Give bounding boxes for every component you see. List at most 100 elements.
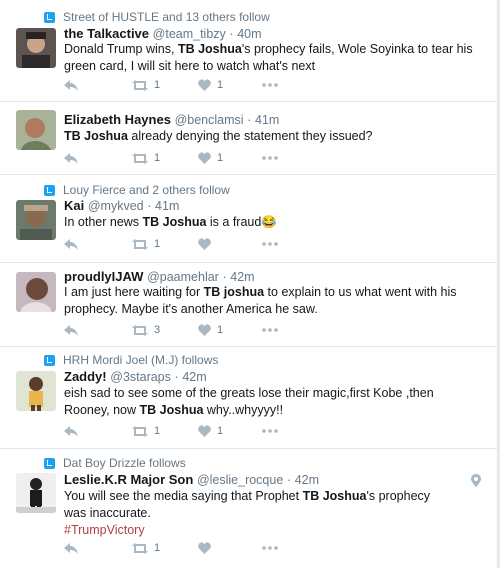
follow-context-icon <box>44 457 55 469</box>
follow-context: Street of HUSTLE and 13 others follow <box>44 10 270 24</box>
more-button[interactable] <box>262 328 278 332</box>
tweet[interactable]: Elizabeth Haynes @benclamsi · 41m TB Jos… <box>0 102 497 175</box>
handle[interactable]: @leslie_rocque <box>197 473 283 487</box>
handle[interactable]: @team_tibzy <box>153 27 226 41</box>
avatar[interactable] <box>16 110 56 150</box>
avatar[interactable] <box>16 200 56 240</box>
reply-icon <box>64 152 78 164</box>
timestamp[interactable]: 42m <box>182 370 206 384</box>
follow-context-icon <box>44 11 55 23</box>
tweet[interactable]: proudlyIJAW @paamehlar · 42m I am just h… <box>0 263 497 347</box>
reply-icon <box>64 542 78 554</box>
more-button[interactable] <box>262 242 278 246</box>
tweet-actions: 1 <box>64 238 278 250</box>
highlight: TB Joshua <box>142 215 207 229</box>
like-button[interactable]: 1 <box>198 152 262 164</box>
reply-button[interactable] <box>64 542 132 554</box>
display-name[interactable]: proudlyIJAW <box>64 269 143 284</box>
retweet-button[interactable]: 1 <box>132 425 198 437</box>
timestamp[interactable]: 41m <box>255 113 279 127</box>
tweet-actions: 1 <box>64 542 278 554</box>
retweet-count: 1 <box>154 542 161 554</box>
like-button[interactable]: 1 <box>198 79 262 91</box>
more-icon <box>262 156 278 160</box>
retweet-count: 1 <box>154 425 161 437</box>
retweet-count: 3 <box>154 324 161 336</box>
follow-context-text: Street of HUSTLE and 13 others follow <box>63 10 270 24</box>
tweet[interactable]: Street of HUSTLE and 13 others follow th… <box>0 0 497 102</box>
timeline: Street of HUSTLE and 13 others follow th… <box>0 0 498 568</box>
location-pin-icon[interactable] <box>471 474 481 487</box>
like-count: 1 <box>217 79 224 91</box>
reply-button[interactable] <box>64 79 132 91</box>
retweet-icon <box>132 324 148 336</box>
timestamp[interactable]: 42m <box>230 270 254 284</box>
tweet-text: I am just here waiting for TB joshua to … <box>64 285 457 316</box>
more-button[interactable] <box>262 429 278 433</box>
retweet-button[interactable]: 1 <box>132 542 198 554</box>
display-name[interactable]: Elizabeth Haynes <box>64 112 171 127</box>
tweet-text: TB Joshua already denying the statement … <box>64 129 373 143</box>
tweet-text: Donald Trump wins, TB Joshua's prophecy … <box>64 42 473 73</box>
handle[interactable]: @paamehlar <box>147 270 219 284</box>
reply-button[interactable] <box>64 324 132 336</box>
handle[interactable]: @mykved <box>88 199 144 213</box>
tweet-text: eish sad to see some of the greats lose … <box>64 386 434 417</box>
tweet[interactable]: Dat Boy Drizzle follows Leslie.K.R Major… <box>0 449 497 568</box>
tweet-actions: 3 1 <box>64 324 278 336</box>
display-name[interactable]: Zaddy! <box>64 369 107 384</box>
follow-context: Dat Boy Drizzle follows <box>44 456 186 470</box>
reply-button[interactable] <box>64 152 132 164</box>
tweet[interactable]: HRH Mordi Joel (M.J) follows Zaddy! @3st… <box>0 347 497 449</box>
reply-icon <box>64 324 78 336</box>
like-count: 1 <box>217 425 224 437</box>
heart-icon <box>198 79 211 91</box>
tweet-text: In other news TB Joshua is a fraud😂 <box>64 215 277 229</box>
hashtag-link[interactable]: #TrumpVictory <box>64 523 145 537</box>
retweet-button[interactable]: 3 <box>132 324 198 336</box>
tweet[interactable]: Louy Fierce and 2 others follow Kai @myk… <box>0 175 497 263</box>
display-name[interactable]: Kai <box>64 198 84 213</box>
avatar[interactable] <box>16 28 56 68</box>
more-icon <box>262 328 278 332</box>
highlight: TB Joshua <box>64 129 128 143</box>
reply-button[interactable] <box>64 425 132 437</box>
retweet-icon <box>132 542 148 554</box>
heart-icon <box>198 324 211 336</box>
timestamp[interactable]: 40m <box>237 27 261 41</box>
tweet-actions: 1 1 <box>64 425 278 437</box>
like-button[interactable] <box>198 542 262 554</box>
like-button[interactable]: 1 <box>198 425 262 437</box>
more-button[interactable] <box>262 156 278 160</box>
more-icon <box>262 546 278 550</box>
reply-icon <box>64 238 78 250</box>
retweet-button[interactable]: 1 <box>132 238 198 250</box>
avatar[interactable] <box>16 371 56 411</box>
highlight: TB Joshua <box>302 489 367 503</box>
highlight: TB Joshua <box>139 403 204 417</box>
follow-context-text: Louy Fierce and 2 others follow <box>63 183 230 197</box>
display-name[interactable]: Leslie.K.R Major Son <box>64 472 193 487</box>
handle[interactable]: @3staraps <box>110 370 171 384</box>
display-name[interactable]: the Talkactive <box>64 26 149 41</box>
more-button[interactable] <box>262 546 278 550</box>
like-button[interactable] <box>198 238 262 250</box>
reply-button[interactable] <box>64 238 132 250</box>
follow-context-icon <box>44 354 55 366</box>
avatar[interactable] <box>16 473 56 513</box>
more-button[interactable] <box>262 83 278 87</box>
follow-context-text: HRH Mordi Joel (M.J) follows <box>63 353 219 367</box>
like-button[interactable]: 1 <box>198 324 262 336</box>
retweet-button[interactable]: 1 <box>132 152 198 164</box>
follow-context-text: Dat Boy Drizzle follows <box>63 456 186 470</box>
handle[interactable]: @benclamsi <box>175 113 244 127</box>
avatar[interactable] <box>16 272 56 312</box>
follow-context: HRH Mordi Joel (M.J) follows <box>44 353 218 367</box>
retweet-count: 1 <box>154 79 161 91</box>
heart-icon <box>198 542 211 554</box>
retweet-icon <box>132 79 148 91</box>
retweet-button[interactable]: 1 <box>132 79 198 91</box>
timestamp[interactable]: 42m <box>295 473 319 487</box>
heart-icon <box>198 425 211 437</box>
timestamp[interactable]: 41m <box>155 199 179 213</box>
